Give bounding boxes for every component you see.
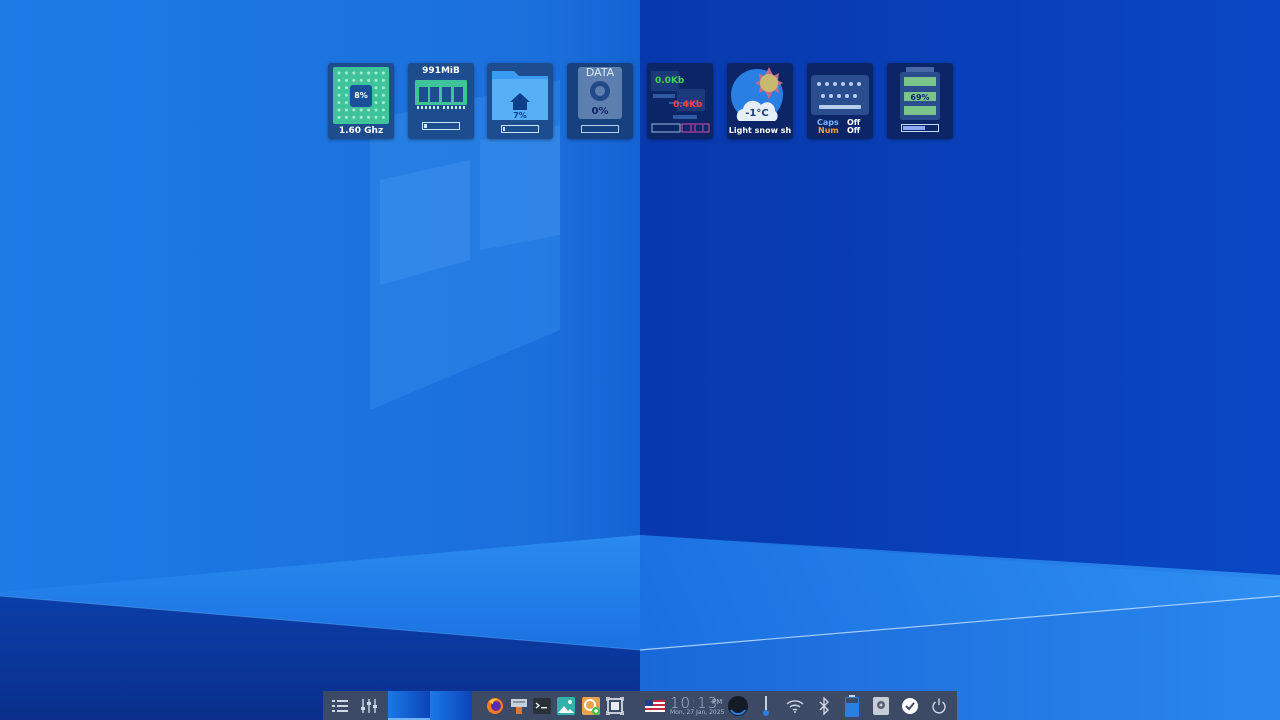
image-viewer-launcher[interactable] bbox=[555, 691, 577, 720]
home-usage-bar bbox=[501, 125, 539, 133]
applications-menu-button[interactable] bbox=[329, 691, 351, 720]
mixer-sliders-icon bbox=[361, 698, 377, 713]
wifi-button[interactable] bbox=[784, 691, 806, 720]
power-icon bbox=[932, 698, 946, 713]
disk-icon bbox=[873, 696, 889, 715]
screenshot-launcher[interactable] bbox=[580, 691, 602, 720]
file-cabinet-launcher[interactable] bbox=[508, 691, 530, 720]
us-flag-icon bbox=[645, 699, 665, 712]
image-viewer-icon bbox=[557, 696, 575, 715]
data-drive-widget[interactable]: DATA 0% bbox=[567, 63, 633, 139]
workspace-1[interactable] bbox=[388, 691, 430, 720]
num-lock-label: Num bbox=[818, 126, 839, 135]
menu-list-icon bbox=[332, 699, 348, 712]
battery-level: 69% bbox=[910, 93, 930, 102]
data-drive-usage: 0% bbox=[591, 106, 609, 117]
weather-temperature: -1°C bbox=[745, 108, 769, 119]
clock-date: Mon, 27 Jan, 2025 bbox=[670, 709, 725, 716]
power-button[interactable] bbox=[928, 691, 950, 720]
bluetooth-button[interactable] bbox=[814, 691, 834, 720]
memory-usage-fill bbox=[424, 124, 427, 128]
updates-check-icon bbox=[902, 697, 918, 714]
screen-capture-launcher[interactable] bbox=[604, 691, 626, 720]
network-upload: 0.4Kb bbox=[673, 100, 703, 110]
terminal-launcher[interactable] bbox=[531, 691, 553, 720]
data-drive-usage-bar bbox=[581, 125, 619, 133]
brightness-icon bbox=[763, 695, 769, 716]
wifi-icon bbox=[786, 699, 804, 713]
battery-icon bbox=[845, 694, 859, 717]
brightness-button[interactable] bbox=[756, 691, 776, 720]
battery-tray-button[interactable] bbox=[842, 691, 862, 720]
battery-level-fill bbox=[903, 126, 925, 130]
network-widget[interactable]: 0.0Kb 0.4Kb bbox=[647, 63, 713, 139]
home-usage: 7% bbox=[513, 111, 527, 120]
cpu-usage: 8% bbox=[354, 91, 368, 100]
memory-usage-bar bbox=[422, 122, 460, 130]
desktop-wallpaper bbox=[0, 0, 1280, 720]
file-cabinet-icon bbox=[511, 698, 527, 714]
audio-icon bbox=[728, 695, 748, 716]
clock-ampm: PM bbox=[712, 698, 723, 706]
memory-widget[interactable]: 991MiB bbox=[408, 63, 474, 139]
bluetooth-icon bbox=[819, 696, 829, 715]
cpu-frequency: 1.60 Ghz bbox=[338, 126, 384, 136]
battery-widget[interactable]: 69% bbox=[887, 63, 953, 139]
weather-widget[interactable]: -1°C Light snow sh bbox=[727, 63, 793, 139]
home-usage-fill bbox=[503, 127, 505, 131]
terminal-icon bbox=[533, 697, 551, 714]
cpu-widget[interactable]: 8% 1.60 Ghz bbox=[328, 63, 394, 139]
screen-capture-icon bbox=[606, 696, 624, 715]
lock-keys-widget[interactable]: Caps Off Num Off bbox=[807, 63, 873, 139]
network-download: 0.0Kb bbox=[655, 76, 685, 86]
firefox-launcher[interactable] bbox=[484, 691, 506, 720]
audio-button[interactable] bbox=[726, 691, 750, 720]
data-drive-name: DATA bbox=[585, 66, 615, 79]
disk-button[interactable] bbox=[870, 691, 892, 720]
battery-level-bar bbox=[901, 124, 939, 132]
screenshot-icon bbox=[582, 696, 600, 715]
keyboard-layout-indicator[interactable] bbox=[643, 691, 667, 720]
weather-condition: Light snow sh bbox=[728, 126, 792, 135]
settings-mixer-button[interactable] bbox=[357, 691, 381, 720]
firefox-icon bbox=[487, 697, 503, 714]
workspace-2[interactable] bbox=[430, 691, 472, 720]
home-folder-widget[interactable]: 7% bbox=[487, 63, 553, 139]
updates-check-button[interactable] bbox=[899, 691, 921, 720]
num-lock-state: Off bbox=[847, 126, 861, 135]
